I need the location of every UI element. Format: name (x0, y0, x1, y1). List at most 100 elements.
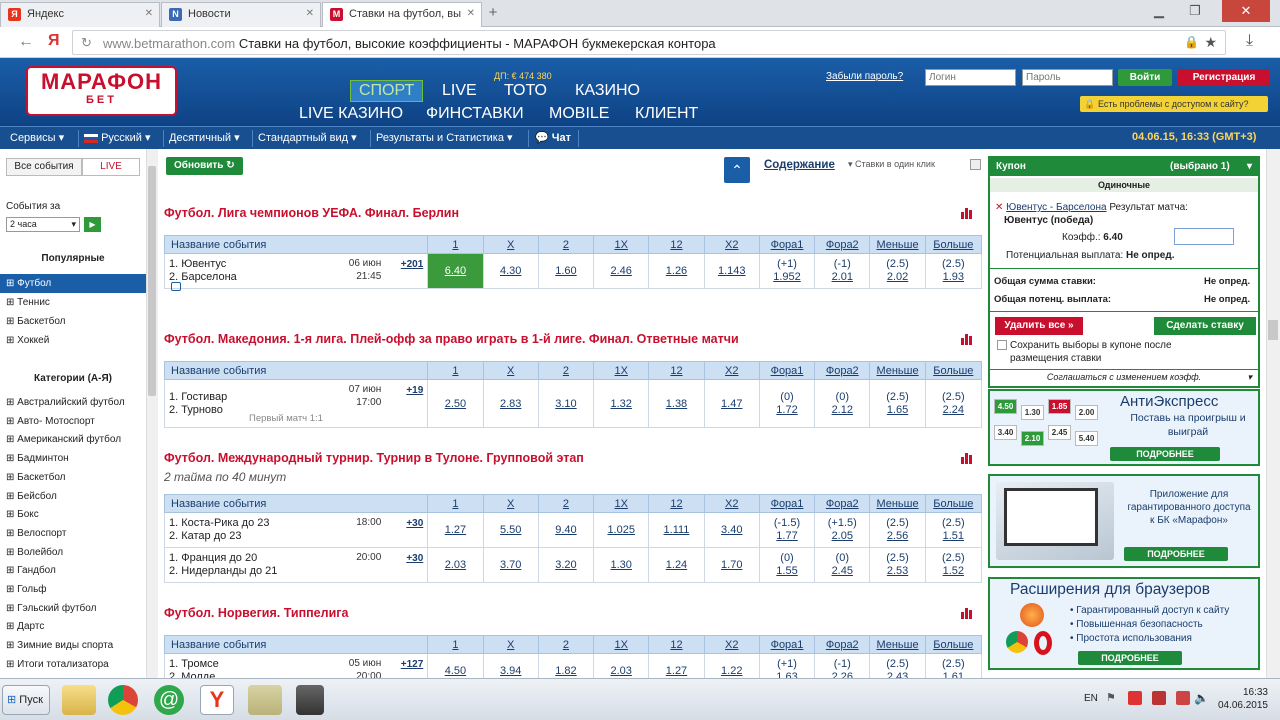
sport-item[interactable]: ⊞ Хоккей (0, 331, 146, 350)
nav-sport[interactable]: СПОРТ (350, 80, 424, 102)
odds-cell[interactable]: 1.70 (703, 547, 760, 583)
handicap-cell[interactable]: (2.5) 2.43 (869, 653, 926, 678)
maximize-icon[interactable]: ❐ (1178, 0, 1212, 22)
handicap-cell[interactable]: (0) 2.45 (814, 547, 871, 583)
odds-cell[interactable]: 1.32 (593, 379, 650, 428)
column-header[interactable]: 12 (648, 494, 705, 513)
category-item[interactable]: ⊞ Велоспорт (0, 524, 146, 543)
odds-cell[interactable]: 1.47 (703, 379, 760, 428)
start-button[interactable]: ⊞ Пуск (2, 685, 50, 715)
login-input[interactable] (925, 69, 1016, 86)
odds-value[interactable]: 5.50 (500, 524, 521, 536)
column-header[interactable]: Больше (924, 635, 983, 654)
odds-cell[interactable]: 3.40 (703, 512, 760, 548)
odds-value[interactable]: 9.40 (555, 524, 576, 536)
odds-value[interactable]: 1.27 (445, 524, 466, 536)
sport-item[interactable]: ⊞ Теннис (0, 293, 146, 312)
odds-value[interactable]: 1.60 (555, 265, 576, 277)
odds-value[interactable]: 1.51 (943, 530, 964, 542)
statistics-icon[interactable] (960, 207, 974, 219)
language-indicator[interactable]: EN (1084, 693, 1098, 704)
column-header[interactable]: Фора2 (814, 635, 871, 654)
team-2[interactable]: 2. Барселона (169, 271, 423, 284)
singles-tab[interactable]: Одиночные (990, 178, 1258, 192)
marathon-logo[interactable]: МАРАФОН БЕТ (26, 66, 177, 116)
column-header[interactable]: 1X (593, 635, 650, 654)
column-header[interactable]: Больше (924, 361, 983, 380)
nav-live-casino[interactable]: LIVE КАЗИНО (299, 105, 403, 123)
menu-services[interactable]: Сервисы ▾ (10, 131, 64, 144)
login-button[interactable]: Войти (1118, 69, 1172, 86)
odds-value[interactable]: 2.02 (887, 271, 908, 283)
column-header[interactable]: 1X (593, 235, 650, 254)
odds-value[interactable]: 2.46 (611, 265, 632, 277)
category-item[interactable]: ⊞ Бейсбол (0, 487, 146, 506)
nav-client[interactable]: КЛИЕНТ (635, 105, 698, 123)
column-header[interactable]: Меньше (869, 361, 926, 380)
column-header[interactable]: 2 (537, 235, 595, 254)
nav-mobile[interactable]: MOBILE (549, 105, 609, 123)
odds-cell[interactable]: 4.30 (482, 253, 539, 289)
menu-odds-format[interactable]: Десятичный ▾ (169, 131, 240, 144)
handicap-cell[interactable]: (2.5) 1.93 (924, 253, 983, 289)
handicap-cell[interactable]: (-1) 2.01 (814, 253, 871, 289)
odds-cell[interactable]: 1.27 (648, 653, 705, 678)
column-header[interactable]: X (482, 635, 539, 654)
one-click-checkbox[interactable] (970, 159, 981, 170)
category-item[interactable]: ⊞ Гандбол (0, 561, 146, 580)
close-icon[interactable]: ✕ (467, 8, 475, 19)
odds-value[interactable]: 1.22 (721, 665, 742, 677)
odds-value[interactable]: 1.143 (718, 265, 746, 277)
odds-value[interactable]: 3.10 (555, 398, 576, 410)
odds-cell[interactable]: 5.50 (482, 512, 539, 548)
yandex-browser-icon[interactable]: Y (200, 685, 234, 715)
odds-cell[interactable]: 2.46 (593, 253, 650, 289)
handicap-cell[interactable]: (2.5) 1.65 (869, 379, 926, 428)
odds-value[interactable]: 6.40 (445, 265, 466, 277)
odds-cell[interactable]: 2.03 (427, 547, 484, 583)
odds-value[interactable]: 4.50 (445, 665, 466, 677)
team-1[interactable]: 1. Франция до 20 (169, 552, 423, 565)
app-banner[interactable]: Приложение для гарантированного доступа … (988, 474, 1260, 568)
scroll-up-icon[interactable]: ⌃ (724, 157, 750, 183)
odds-value[interactable]: 2.56 (887, 530, 908, 542)
section-title[interactable]: Футбол. Норвегия. Типпелига (164, 606, 348, 620)
handicap-cell[interactable]: (0) 1.72 (758, 379, 816, 428)
odds-cell[interactable]: 2.03 (593, 653, 650, 678)
back-arrow-icon[interactable]: ← (18, 33, 34, 51)
column-header[interactable]: Меньше (869, 235, 926, 254)
yandex-logo-icon[interactable]: Я (48, 32, 60, 50)
handicap-cell[interactable]: (2.5) 2.02 (869, 253, 926, 289)
column-header[interactable]: 2 (537, 494, 595, 513)
forgot-password-link[interactable]: Забыли пароль? (826, 71, 903, 82)
category-item[interactable]: ⊞ Дартс (0, 617, 146, 636)
camera-icon[interactable] (296, 685, 324, 715)
antiexpress-more-button[interactable]: ПОДРОБНЕЕ (1110, 447, 1220, 461)
odds-cell[interactable]: 4.50 (427, 653, 484, 678)
section-title[interactable]: Футбол. Лига чемпионов УЕФА. Финал. Берл… (164, 206, 459, 220)
odds-value[interactable]: 2.26 (832, 671, 853, 678)
odds-value[interactable]: 1.26 (666, 265, 687, 277)
odds-cell[interactable]: 1.26 (648, 253, 705, 289)
new-tab-button[interactable]: + (482, 4, 504, 22)
mail-agent-icon[interactable]: @ (154, 685, 184, 715)
odds-value[interactable]: 1.93 (943, 271, 964, 283)
reload-icon[interactable]: ↻ (81, 35, 92, 51)
close-icon[interactable]: ✕ (145, 8, 153, 19)
odds-value[interactable]: 1.77 (776, 530, 797, 542)
column-header[interactable]: Больше (924, 494, 983, 513)
access-problems-link[interactable]: 🔒 Есть проблемы с доступом к сайту? (1080, 96, 1268, 112)
team-2[interactable]: 2. Молде (169, 671, 423, 678)
odds-value[interactable]: 2.45 (832, 565, 853, 577)
team-2[interactable]: 2. Нидерланды до 21 (169, 565, 423, 578)
odds-value[interactable]: 2.05 (832, 530, 853, 542)
handicap-cell[interactable]: (2.5) 1.51 (924, 512, 983, 548)
nav-casino[interactable]: КАЗИНО (575, 82, 640, 100)
download-icon[interactable]: ⤓ (1246, 32, 1253, 50)
column-header[interactable]: X2 (703, 235, 760, 254)
menu-chat[interactable]: 💬 Чат (535, 131, 571, 144)
remove-selection-icon[interactable]: ✕ (995, 202, 1003, 213)
make-bet-button[interactable]: Сделать ставку (1154, 317, 1256, 335)
app-more-button[interactable]: ПОДРОБНЕЕ (1124, 547, 1228, 561)
tray-app-icon[interactable] (1176, 691, 1190, 705)
